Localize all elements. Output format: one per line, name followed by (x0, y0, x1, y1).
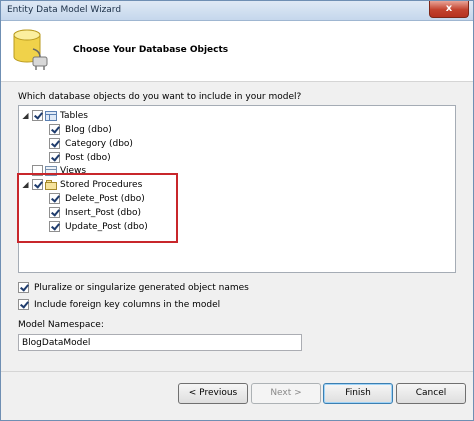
annotation-highlight-box (17, 173, 178, 243)
close-icon: x (445, 3, 453, 14)
foreign-keys-option[interactable]: Include foreign key columns in the model (18, 298, 220, 311)
tree-label: Tables (60, 110, 88, 121)
finish-button[interactable]: Finish (323, 383, 393, 404)
tree-node-category[interactable]: Category (dbo) (47, 137, 133, 150)
foreign-keys-checkbox[interactable] (18, 299, 29, 310)
tables-checkbox[interactable] (32, 110, 43, 121)
tree-label: Category (dbo) (65, 138, 133, 149)
namespace-label: Model Namespace: (18, 320, 104, 330)
blog-checkbox[interactable] (49, 124, 60, 135)
window-title: Entity Data Model Wizard (7, 5, 122, 15)
cancel-button[interactable]: Cancel (396, 383, 466, 404)
page-title: Choose Your Database Objects (73, 45, 229, 55)
post-checkbox[interactable] (49, 152, 60, 163)
category-checkbox[interactable] (49, 138, 60, 149)
pluralize-label: Pluralize or singularize generated objec… (34, 282, 249, 293)
tables-icon (45, 110, 57, 121)
collapse-arrow-icon[interactable]: ◢ (21, 111, 30, 120)
database-icon (13, 29, 48, 70)
question-label: Which database objects do you want to in… (18, 92, 302, 102)
tree-label: Post (dbo) (65, 152, 111, 163)
wizard-header: Choose Your Database Objects (1, 21, 473, 82)
pluralize-option[interactable]: Pluralize or singularize generated objec… (18, 281, 249, 294)
previous-button[interactable]: < Previous (178, 383, 248, 404)
wizard-window: Entity Data Model Wizard x Choose Your D… (0, 0, 474, 421)
close-button[interactable]: x (429, 1, 469, 18)
pluralize-checkbox[interactable] (18, 282, 29, 293)
tree-label: Blog (dbo) (65, 124, 112, 135)
tree-node-blog[interactable]: Blog (dbo) (47, 123, 112, 136)
title-bar: Entity Data Model Wizard x (1, 1, 473, 21)
footer-divider (1, 371, 473, 372)
tree-node-tables[interactable]: ◢ Tables (21, 109, 88, 122)
foreign-keys-label: Include foreign key columns in the model (34, 299, 221, 310)
tree-node-post[interactable]: Post (dbo) (47, 151, 111, 164)
next-button[interactable]: Next > (251, 383, 321, 404)
namespace-input[interactable] (18, 334, 302, 351)
